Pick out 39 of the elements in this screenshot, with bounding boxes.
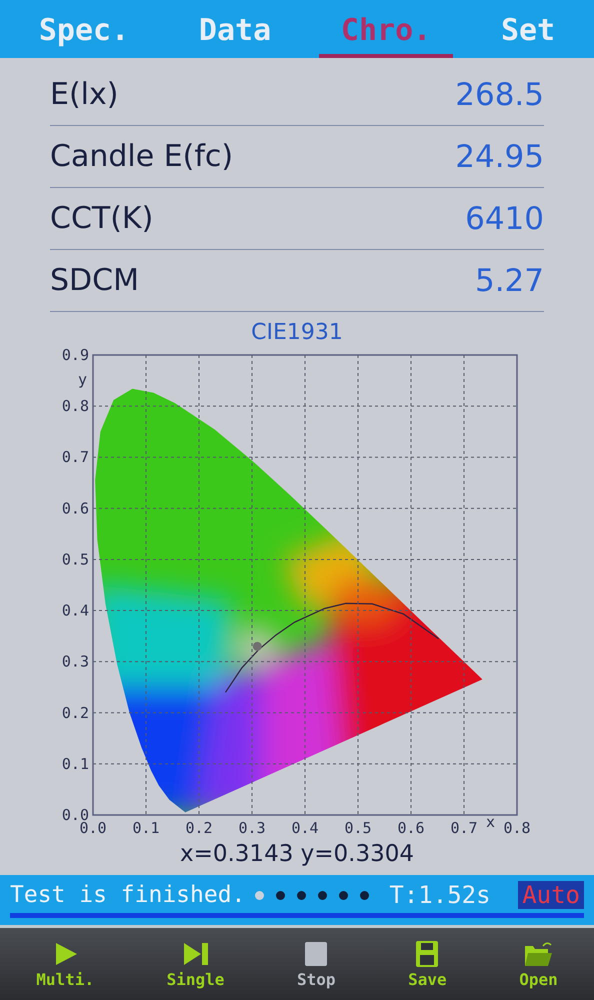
axis-label: y bbox=[78, 370, 87, 389]
axis-tick-label: 0.1 bbox=[132, 819, 160, 837]
data-point bbox=[252, 642, 262, 651]
axis-tick-label: 0.2 bbox=[62, 704, 89, 722]
axis-tick-label: 0.8 bbox=[503, 819, 531, 837]
elapsed-time: T:1.52s bbox=[389, 881, 491, 909]
axis-tick-label: 0.1 bbox=[62, 754, 89, 773]
axis-tick-label: 0.7 bbox=[450, 819, 478, 837]
axis-tick-label: 0.9 bbox=[62, 346, 89, 364]
toolbar-button[interactable]: Multi. bbox=[30, 938, 100, 990]
reading-value: 6410 bbox=[465, 200, 544, 236]
axis-tick-label: 0.5 bbox=[62, 550, 89, 568]
mode-badge: Auto bbox=[518, 881, 584, 909]
reading-label: E(lx) bbox=[50, 77, 118, 112]
axis-tick-label: 0.3 bbox=[238, 819, 266, 837]
reading-value: 24.95 bbox=[455, 138, 544, 174]
axis-label: x bbox=[486, 813, 496, 831]
axis-tick-label: 0.2 bbox=[185, 819, 213, 837]
axis-tick-label: 0.4 bbox=[291, 819, 319, 837]
axis-tick-label: 0.5 bbox=[344, 819, 372, 837]
reading-label: Candle E(fc) bbox=[50, 139, 234, 174]
reading-value: 268.5 bbox=[455, 76, 544, 112]
axis-tick-label: 0.0 bbox=[79, 819, 107, 837]
axis-tick-label: 0.3 bbox=[62, 652, 89, 671]
status-message: Test is finished. bbox=[10, 882, 246, 908]
toolbar-button[interactable]: Open bbox=[513, 938, 564, 990]
reading-label: CCT(K) bbox=[50, 201, 154, 236]
toolbar-button[interactable]: Save bbox=[402, 938, 453, 990]
axis-tick-label: 0.7 bbox=[62, 448, 89, 466]
reading-value: 5.27 bbox=[474, 262, 544, 298]
axis-tick-label: 0.8 bbox=[62, 397, 89, 416]
toolbar-button[interactable]: Single bbox=[160, 938, 230, 990]
reading-label: SDCM bbox=[50, 263, 139, 298]
coordinates-readout: x=0.3143 y=0.3304 bbox=[180, 841, 414, 867]
folder-icon bbox=[523, 940, 554, 968]
axis-tick-label: 0.6 bbox=[397, 819, 425, 837]
chart-title: CIE1931 bbox=[251, 320, 343, 345]
axis-tick-label: 0.6 bbox=[62, 499, 89, 518]
axis-tick-label: 0.4 bbox=[62, 602, 89, 620]
